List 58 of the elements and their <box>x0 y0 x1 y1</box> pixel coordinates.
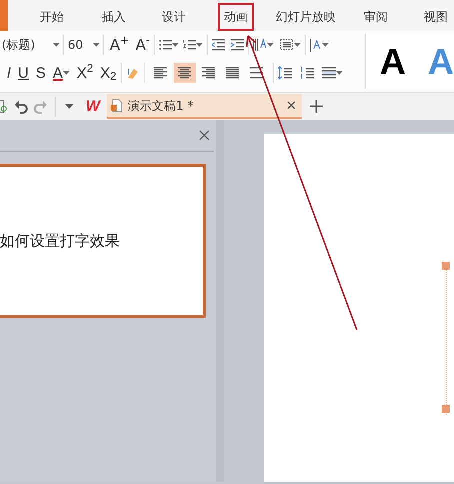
document-tab[interactable]: 演示文稿1 * <box>107 94 302 119</box>
font-size-button[interactable]: A$^{-}$ <box>136 38 150 52</box>
slide-text: 如何设置打字效果 <box>0 230 120 252</box>
caret-icon[interactable] <box>93 42 100 48</box>
ribbon-tab[interactable]: 幻灯片放映 <box>270 3 342 31</box>
eraser-icon[interactable] <box>126 66 140 80</box>
ribbon-tab[interactable]: 开始 <box>34 3 70 31</box>
align-left-icon <box>154 67 168 79</box>
app-logo[interactable]: W <box>86 99 100 114</box>
ribbon-tab[interactable]: 插入 <box>96 3 132 31</box>
document-title: 演示文稿1 * <box>128 98 195 114</box>
format-button[interactable]: X$^{2}$ <box>77 66 94 80</box>
resize-handle[interactable] <box>442 262 450 270</box>
numbered-list-icon[interactable] <box>183 39 196 51</box>
ribbon-tab[interactable]: 设计 <box>156 3 192 31</box>
close-icon[interactable] <box>199 130 210 141</box>
increase-indent-icon[interactable] <box>231 39 244 51</box>
paragraph-spacing-icon[interactable] <box>300 66 314 80</box>
line-spacing-icon[interactable] <box>278 66 292 80</box>
caret-icon[interactable] <box>63 70 70 76</box>
caret-icon[interactable] <box>336 70 343 76</box>
ribbon-tab[interactable]: 审阅 <box>358 3 394 31</box>
print-preview-icon[interactable] <box>0 100 8 114</box>
caret-icon[interactable] <box>322 42 330 48</box>
caret-icon[interactable] <box>53 42 60 48</box>
format-button[interactable]: X$_{2}$ <box>100 66 117 80</box>
resize-handle[interactable] <box>442 405 450 413</box>
plus-icon[interactable] <box>310 100 324 113</box>
caret-icon[interactable] <box>196 42 204 48</box>
format-button[interactable]: S <box>36 66 46 80</box>
format-button[interactable]: A <box>53 66 64 80</box>
close-icon[interactable] <box>287 101 296 110</box>
document-icon <box>111 98 124 112</box>
distribute-icon <box>250 67 264 79</box>
caret-icon[interactable] <box>267 42 274 48</box>
format-button[interactable]: U <box>18 66 30 80</box>
font-size-button[interactable]: A$^{+}$ <box>110 38 130 52</box>
ribbon-tab[interactable]: 动画 <box>218 3 254 31</box>
columns-icon[interactable] <box>253 38 268 52</box>
justify-icon <box>226 67 240 79</box>
slide-thumbnail[interactable]: 如何设置打字效果 <box>0 164 206 318</box>
paragraph-format-icon[interactable] <box>322 66 336 80</box>
font-field[interactable]: (标题) <box>0 35 64 55</box>
text-style-preview[interactable]: A <box>380 44 406 80</box>
format-button[interactable]: I <box>7 66 12 80</box>
decrease-indent-icon[interactable] <box>212 39 226 51</box>
caret-icon[interactable] <box>294 42 302 48</box>
caret-icon[interactable] <box>65 104 74 110</box>
caret-icon[interactable] <box>172 42 180 48</box>
bullet-list-icon[interactable] <box>159 39 172 51</box>
font-size-field[interactable]: 60 <box>64 35 104 55</box>
align-button[interactable] <box>174 63 196 83</box>
text-direction-icon[interactable] <box>310 38 322 52</box>
text-box-icon[interactable] <box>280 39 294 51</box>
align-center-icon <box>178 67 192 79</box>
align-right-icon <box>202 67 216 79</box>
undo-icon[interactable] <box>14 100 28 114</box>
ribbon-tab[interactable]: 视图 <box>418 3 454 31</box>
